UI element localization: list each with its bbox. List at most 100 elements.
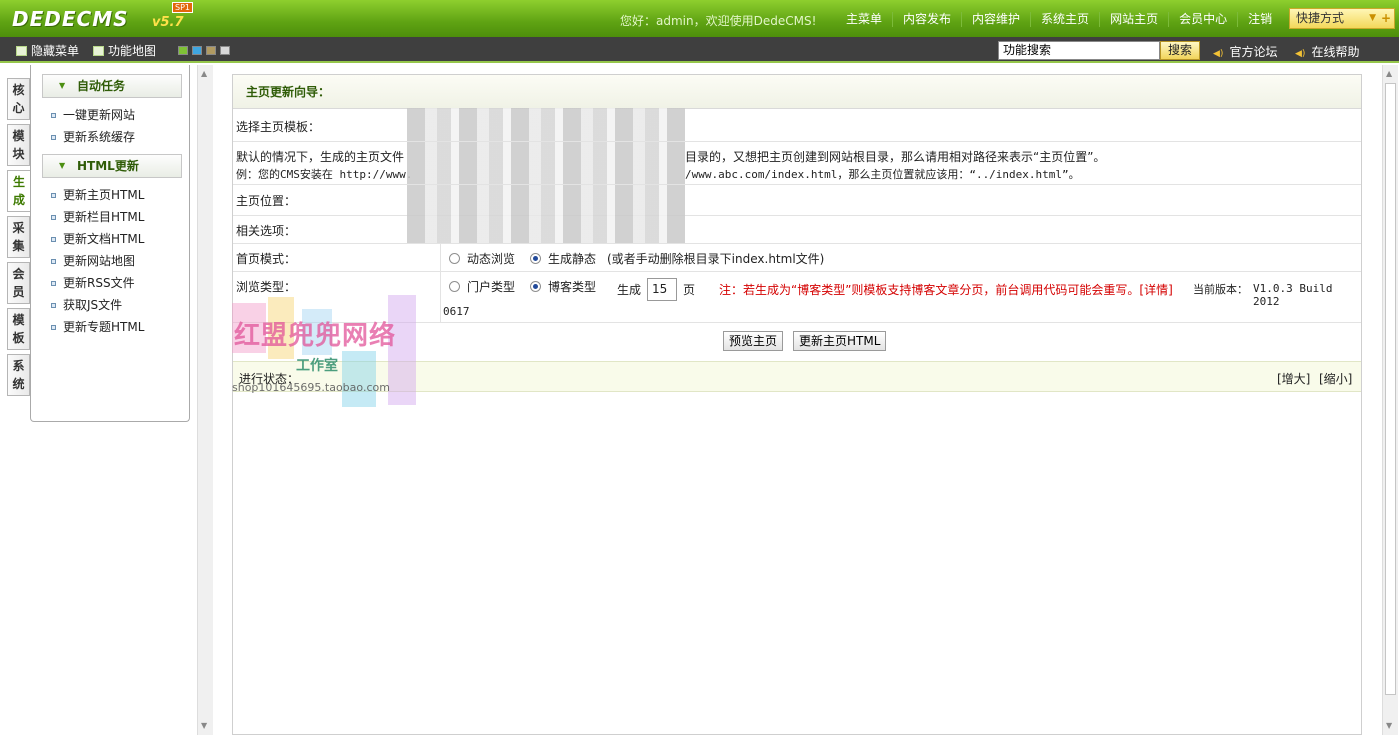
preview-home-button[interactable]: 预览主页 [723,331,784,351]
toolbar: 隐藏菜单 功能地图 功能搜索 搜索 ◀) 官方论坛 ◀) 在线帮助 [0,37,1399,63]
menu-item-update-rss[interactable]: 更新RSS文件 [31,272,189,294]
search-button[interactable]: 搜索 [1160,41,1200,60]
radio-portal[interactable] [449,281,460,292]
nav-content-publish[interactable]: 内容发布 [892,12,961,27]
menu-item-label: 更新主页HTML [63,188,145,202]
radio-dynamic[interactable] [449,253,460,264]
menu-item-one-click-update[interactable]: 一键更新网站 [31,104,189,126]
tab-member[interactable]: 会员 [7,262,30,304]
nav-logout[interactable]: 注销 [1237,12,1282,27]
scroll-down-icon[interactable]: ▼ [1386,721,1392,730]
bullet-icon [51,325,56,330]
menu-item-get-js[interactable]: 获取JS文件 [31,294,189,316]
current-version-value: V1.0.3 Build 2012 [1253,282,1333,308]
mode-static-option[interactable]: 生成静态 [530,250,596,267]
tab-member-char2: 员 [12,285,25,299]
nav-system-home[interactable]: 系统主页 [1030,12,1099,27]
tab-template[interactable]: 模板 [7,308,30,350]
tab-generate[interactable]: 生成 [7,170,30,212]
shrink-link[interactable]: [缩小] [1319,370,1352,387]
menu-group-auto-task[interactable]: ▼ 自动任务 [42,74,182,98]
function-search-input[interactable]: 功能搜索 [998,41,1160,60]
logo-brand: DEDECMS [12,7,129,31]
theme-swatch-brown[interactable] [206,46,216,55]
template-label: 选择主页模板： [236,120,321,134]
nav-main-menu[interactable]: 主菜单 [836,12,892,27]
status-label: 进行状态： [239,372,300,386]
row-browse-type: 浏览类型： 门户类型 博客类型 生成 15 页 注：若生成为“博客类型”则模板支… [233,272,1361,323]
nav-member-center[interactable]: 会员中心 [1168,12,1237,27]
menu-item-update-sitemap[interactable]: 更新网站地图 [31,250,189,272]
pages-unit: 页 [683,283,696,297]
top-nav: 主菜单 内容发布 内容维护 系统主页 网站主页 会员中心 注销 [836,12,1282,27]
mode-label: 首页模式： [236,252,297,266]
tab-module[interactable]: 模块 [7,124,30,166]
tab-system-char2: 统 [12,377,25,391]
tab-collect-char2: 集 [12,239,25,253]
redacted-position [407,185,685,215]
radio-blog[interactable] [530,281,541,292]
hide-menu-label: 隐藏菜单 [31,44,80,58]
left-frame-scrollbar[interactable]: ▲ ▼ [197,65,213,735]
menu-item-label: 更新栏目HTML [63,210,145,224]
nav-content-maintain[interactable]: 内容维护 [961,12,1030,27]
mode-static-label: 生成静态 [548,252,597,266]
type-portal-option[interactable]: 门户类型 [449,278,515,295]
menu-item-label: 更新文档HTML [63,232,145,246]
theme-swatch-blue[interactable] [192,46,202,55]
signal-icon: ◀) [1213,49,1224,59]
row-description: 默认的情况下，生成的主页文件 目录的，又想把主页创建到网站根目录，那么请用相对路… [233,142,1361,185]
tab-collect[interactable]: 采集 [7,216,30,258]
menu-group-label: HTML更新 [77,159,139,173]
update-home-html-button[interactable]: 更新主页HTML [793,331,887,351]
hide-menu-button[interactable]: 隐藏菜单 [16,42,79,59]
menu-group-label: 自动任务 [77,79,126,93]
type-blog-option[interactable]: 博客类型 [530,278,596,295]
scroll-up-icon[interactable]: ▲ [201,69,207,78]
tab-core[interactable]: 核心 [7,78,30,120]
main-window-scrollbar[interactable]: ▲ ▼ [1382,65,1398,735]
scroll-up-icon[interactable]: ▲ [1386,69,1392,78]
collapse-arrow-icon: ▼ [59,161,66,170]
menu-item-update-category-html[interactable]: 更新栏目HTML [31,206,189,228]
tab-template-char1: 模 [12,313,25,327]
site-map-button[interactable]: 功能地图 [93,42,156,59]
menu-item-update-topic-html[interactable]: 更新专题HTML [31,316,189,338]
menu-item-update-document-html[interactable]: 更新文档HTML [31,228,189,250]
top-header: DEDECMS v5.7 SP1 您好：admin，欢迎使用DedeCMS! 主… [0,0,1399,37]
bullet-icon [51,281,56,286]
scrollbar-thumb[interactable] [1385,83,1396,695]
tab-template-char2: 板 [12,331,25,345]
mode-dynamic-option[interactable]: 动态浏览 [449,250,515,267]
theme-swatch-green[interactable] [178,46,188,55]
site-map-icon [93,45,104,56]
official-forum-link[interactable]: ◀) 官方论坛 [1213,43,1277,60]
tab-system[interactable]: 系统 [7,354,30,396]
pages-count-input[interactable]: 15 [647,278,677,301]
scroll-down-icon[interactable]: ▼ [201,721,207,730]
dedecms-logo[interactable]: DEDECMS v5.7 SP1 [12,2,193,33]
blog-type-warning[interactable]: 注：若生成为“博客类型”则模板支持博客文章分页，前台调用代码可能会重写。[详情] [719,281,1173,298]
add-icon[interactable]: + [1381,9,1391,28]
bullet-icon [51,193,56,198]
desc-line1-start: 默认的情况下，生成的主页文件 [236,150,405,164]
online-help-link[interactable]: ◀) 在线帮助 [1295,43,1359,60]
hide-menu-icon [16,45,27,56]
menu-group-html-update[interactable]: ▼ HTML更新 [42,154,182,178]
mode-dynamic-label: 动态浏览 [467,252,516,266]
radio-static[interactable] [530,253,541,264]
official-forum-label: 官方论坛 [1229,45,1278,59]
enlarge-link[interactable]: [增大] [1277,370,1310,387]
logo-sp-badge: SP1 [172,2,193,13]
row-home-position: 主页位置： [233,185,1361,216]
quick-shortcut-dropdown[interactable]: 快捷方式 ▼ + [1289,8,1395,29]
mode-note: (或者手动删除根目录下index.html文件) [607,252,825,266]
signal-icon: ◀) [1295,49,1306,59]
nav-site-home[interactable]: 网站主页 [1099,12,1168,27]
type-label: 浏览类型： [236,280,297,294]
menu-item-update-home-html[interactable]: 更新主页HTML [31,184,189,206]
bullet-icon [51,259,56,264]
theme-swatch-gray[interactable] [220,46,230,55]
tab-module-char1: 模 [12,129,25,143]
menu-item-update-cache[interactable]: 更新系统缓存 [31,126,189,148]
